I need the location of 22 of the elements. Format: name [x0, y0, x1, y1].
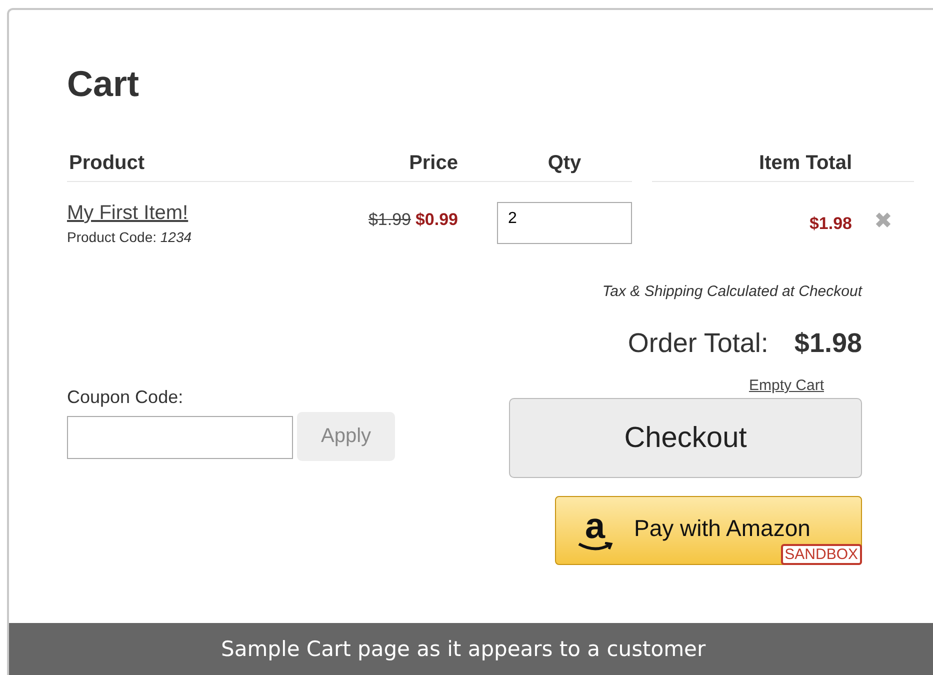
tax-note: Tax & Shipping Calculated at Checkout	[602, 283, 862, 300]
amazon-logo: a	[576, 510, 614, 552]
original-price: $1.99	[368, 210, 411, 229]
column-header: Product	[67, 152, 317, 182]
sandbox-badge: SANDBOX	[780, 544, 862, 565]
order-total-label: Order Total:	[628, 328, 768, 359]
pay-with-amazon-button[interactable]: a Pay with Amazon SANDBOX	[555, 496, 862, 565]
product-code: Product Code: 1234	[67, 229, 193, 245]
item-total: $1.98	[809, 214, 852, 233]
column-header: Qty	[458, 152, 632, 182]
sale-price: $0.99	[415, 210, 458, 229]
checkout-button[interactable]: Checkout	[509, 398, 862, 478]
page-title: Cart	[67, 62, 140, 106]
caption-bar: Sample Cart page as it appears to a customer	[9, 623, 933, 675]
coupon-field[interactable]	[67, 416, 293, 459]
coupon-label: Coupon Code:	[67, 387, 184, 408]
column-header: Item Total	[652, 152, 852, 182]
empty-cart-link[interactable]: Empty Cart	[748, 377, 824, 394]
quantity-field[interactable]: 2	[497, 202, 632, 244]
product-link[interactable]: My First Item!	[67, 202, 188, 225]
column-header: Price	[317, 152, 458, 182]
order-total: $1.98	[794, 328, 862, 359]
